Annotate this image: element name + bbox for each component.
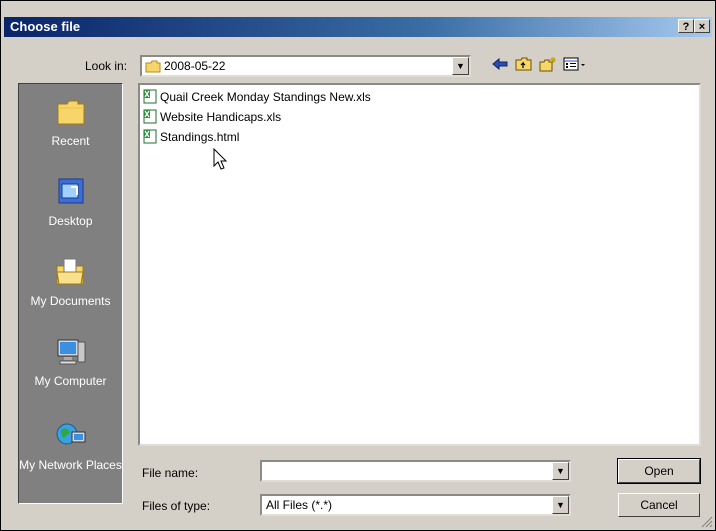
mouse-cursor-icon <box>213 148 228 170</box>
filename-dropdown-arrow[interactable]: ▼ <box>552 462 569 480</box>
my-computer-icon <box>57 339 85 365</box>
filetype-dropdown-arrow[interactable]: ▼ <box>552 496 569 514</box>
close-button[interactable]: × <box>694 19 710 33</box>
place-recent[interactable]: Recent <box>19 96 122 148</box>
choose-file-dialog: Choose file ? × Look in: 2008-05-22 ▼ Re… <box>0 0 716 531</box>
place-label: Recent <box>51 134 90 148</box>
filename-input[interactable]: ▼ <box>260 460 571 482</box>
place-label: Desktop <box>48 214 93 228</box>
dialog-title: Choose file <box>10 19 81 34</box>
open-button[interactable]: Open <box>617 458 701 484</box>
places-bar: Recent Desktop My Documents My Computer … <box>18 83 123 504</box>
list-item[interactable]: Standings.html <box>143 129 239 147</box>
file-name: Quail Creek Monday Standings New.xls <box>160 89 371 104</box>
filename-label: File name: <box>142 466 199 480</box>
new-folder-icon[interactable] <box>538 56 558 74</box>
list-item[interactable]: Website Handicaps.xls <box>143 109 281 127</box>
file-list[interactable]: Quail Creek Monday Standings New.xls Web… <box>138 83 701 446</box>
back-arrow-icon[interactable] <box>490 56 510 74</box>
list-item[interactable]: Quail Creek Monday Standings New.xls <box>143 89 371 107</box>
lookin-dropdown[interactable]: 2008-05-22 ▼ <box>140 55 471 77</box>
network-places-icon <box>56 423 85 445</box>
help-button[interactable]: ? <box>678 19 694 33</box>
place-my-network[interactable]: My Network Places <box>19 420 122 472</box>
up-folder-icon[interactable] <box>514 56 534 74</box>
filetype-label: Files of type: <box>142 499 211 513</box>
filetype-value: All Files (*.*) <box>266 498 333 512</box>
place-my-computer[interactable]: My Computer <box>19 336 122 388</box>
lookin-dropdown-arrow[interactable]: ▼ <box>452 57 469 75</box>
place-desktop[interactable]: Desktop <box>19 176 122 228</box>
place-label: My Computer <box>34 374 107 388</box>
file-name: Website Handicaps.xls <box>160 109 282 124</box>
view-menu-icon[interactable] <box>562 56 590 74</box>
folder-icon <box>145 60 161 73</box>
lookin-label: Look in: <box>85 59 128 73</box>
place-label: My Network Places <box>19 458 122 472</box>
lookin-value: 2008-05-22 <box>164 59 226 73</box>
title-bar[interactable]: Choose file ? × <box>4 17 712 37</box>
my-documents-icon <box>55 258 84 285</box>
file-name: Standings.html <box>160 129 240 144</box>
excel-file-icon <box>143 109 157 124</box>
filetype-dropdown[interactable]: All Files (*.*) ▼ <box>260 494 571 516</box>
resize-grip-icon[interactable] <box>701 516 713 528</box>
recent-folder-icon <box>57 100 84 125</box>
desktop-icon <box>58 178 83 204</box>
place-label: My Documents <box>30 294 111 308</box>
excel-file-icon <box>143 129 157 144</box>
place-my-documents[interactable]: My Documents <box>19 256 122 308</box>
excel-file-icon <box>143 89 157 104</box>
cancel-button[interactable]: Cancel <box>618 493 700 517</box>
